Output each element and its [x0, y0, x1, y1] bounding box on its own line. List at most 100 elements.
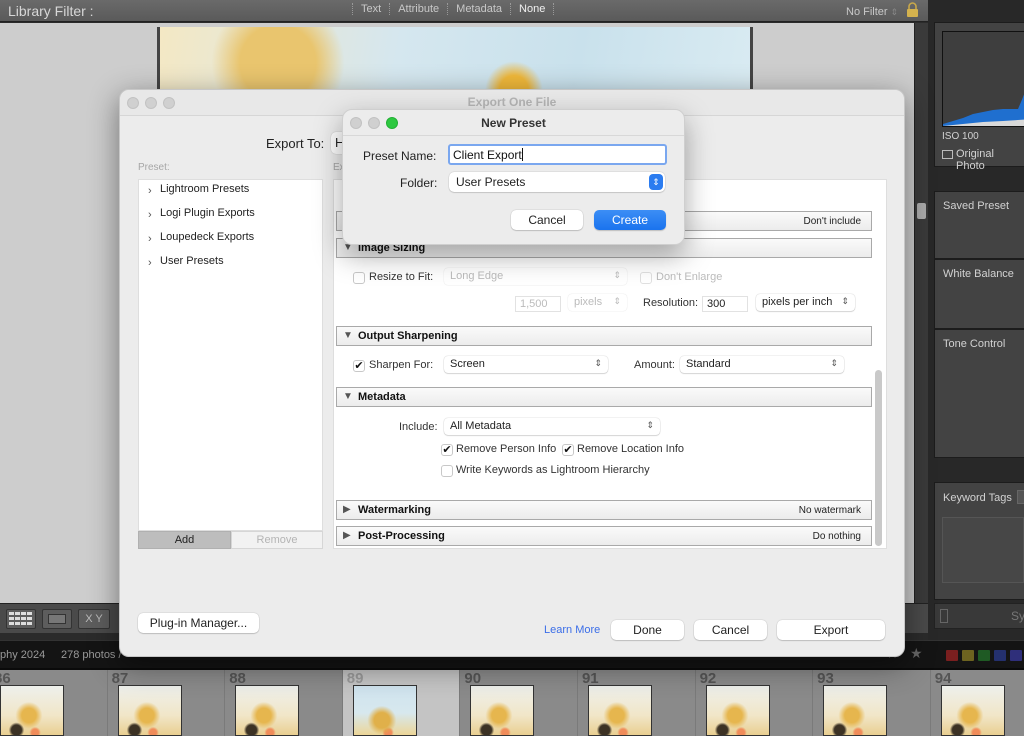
filmstrip-item[interactable]: 86 — [0, 670, 108, 736]
resize-to-fit-checkbox[interactable] — [353, 272, 365, 284]
filmstrip-item[interactable]: 93 — [813, 670, 931, 736]
export-to-label: Export To: — [266, 136, 325, 151]
section-title: Output Sharpening — [358, 330, 458, 342]
filmstrip-thumbnail[interactable] — [587, 685, 652, 736]
color-label-swatch[interactable] — [994, 650, 1006, 661]
section-header-post-processing[interactable]: ▶ Post-Processing Do nothing — [336, 526, 872, 546]
filmstrip-item[interactable]: 90 — [460, 670, 578, 736]
compare-view-button[interactable]: X Y — [78, 609, 110, 629]
filter-preset-select[interactable]: No Filter ⇕ — [846, 6, 898, 18]
preset-folder-loupedeck-exports[interactable]: › Loupedeck Exports — [148, 231, 254, 245]
filmstrip-item[interactable]: 87 — [107, 670, 226, 736]
preset-folder-user-presets[interactable]: › User Presets — [148, 255, 224, 269]
write-keywords-label: Write Keywords as Lightroom Hierarchy — [456, 464, 650, 476]
size-unit-select[interactable]: pixels ⇕ — [568, 294, 627, 311]
remove-person-info-checkbox[interactable]: ✔ — [441, 444, 453, 456]
amount-select[interactable]: Standard ⇕ — [680, 356, 844, 373]
color-label-swatch[interactable] — [978, 650, 990, 661]
library-filter-bar: Library Filter : Text Attribute Metadata… — [0, 0, 928, 22]
sync-toggle-icon[interactable] — [940, 609, 948, 623]
keyword-tags-field[interactable] — [942, 517, 1024, 583]
rating-star-icon[interactable]: ★ — [910, 645, 923, 662]
filmstrip-item[interactable]: 94 — [930, 670, 1024, 736]
resolution-unit-select[interactable]: pixels per inch ⇕ — [756, 294, 855, 311]
section-summary: Do nothing — [812, 531, 861, 542]
filmstrip-thumbnail[interactable] — [117, 685, 182, 736]
done-button[interactable]: Done — [611, 620, 684, 640]
write-keywords-checkbox[interactable] — [441, 465, 453, 477]
cancel-button[interactable]: Cancel — [694, 620, 767, 640]
sharpen-for-select[interactable]: Screen ⇕ — [444, 356, 608, 373]
preset-label: Preset: — [138, 162, 170, 173]
chevron-right-icon: › — [148, 233, 152, 245]
amount-label: Amount: — [634, 359, 675, 371]
section-title: Metadata — [358, 391, 406, 403]
triangle-right-icon: ▶ — [343, 504, 351, 515]
right-panel: ISO 100 Original Photo Saved Preset Whit… — [928, 0, 1024, 640]
chevron-right-icon: › — [148, 209, 152, 221]
preset-name-input[interactable]: Client Export — [448, 144, 667, 165]
filmstrip-item[interactable]: 88 — [225, 670, 343, 736]
filter-tab-metadata[interactable]: Metadata — [447, 3, 510, 15]
filmstrip-thumbnail[interactable] — [352, 685, 417, 736]
preset-folder-logi-plugin-exports[interactable]: › Logi Plugin Exports — [148, 207, 255, 221]
original-photo-checkbox[interactable] — [942, 150, 953, 159]
filmstrip-thumbnail[interactable] — [470, 685, 535, 736]
filter-tab-attribute[interactable]: Attribute — [389, 3, 447, 15]
size-unit-value: pixels — [574, 296, 603, 308]
color-label-swatch[interactable] — [946, 650, 958, 661]
filmstrip-thumbnail[interactable] — [823, 685, 888, 736]
filmstrip-thumbnail[interactable] — [0, 685, 64, 736]
add-preset-button[interactable]: Add — [138, 531, 231, 549]
preset-folder-lightroom-presets[interactable]: › Lightroom Presets — [148, 183, 249, 197]
filmstrip-thumbnail[interactable] — [235, 685, 300, 736]
filter-tab-none[interactable]: None — [510, 3, 555, 15]
saved-preset-section[interactable]: Saved Preset — [934, 191, 1024, 259]
triangle-down-icon: ▼ — [343, 391, 353, 402]
filmstrip-item[interactable]: 89 — [342, 670, 461, 736]
keyword-tags-dropdown[interactable] — [1017, 490, 1024, 504]
tone-control-section[interactable]: Tone Control — [934, 329, 1024, 458]
grid-scrollbar-thumb[interactable] — [917, 203, 926, 219]
keyword-tags-section[interactable]: Keyword Tags — [934, 482, 1024, 600]
plugin-manager-button[interactable]: Plug-in Manager... — [138, 613, 259, 633]
grid-view-button[interactable] — [6, 609, 36, 629]
size-value-field[interactable]: 1,500 — [515, 296, 561, 312]
section-header-metadata[interactable]: ▼ Metadata — [336, 387, 872, 407]
grid-scrollbar[interactable] — [914, 23, 928, 603]
export-button[interactable]: Export — [777, 620, 885, 640]
triangle-right-icon: ▶ — [343, 530, 351, 541]
checkmark-icon: ✔ — [442, 444, 452, 456]
text-caret — [521, 148, 523, 161]
resolution-field[interactable]: 300 — [702, 296, 748, 312]
white-balance-section[interactable]: White Balance — [934, 259, 1024, 329]
new-preset-create-button[interactable]: Create — [594, 210, 666, 230]
remove-location-info-checkbox[interactable]: ✔ — [562, 444, 574, 456]
lock-icon[interactable] — [906, 2, 919, 18]
settings-scrollbar[interactable] — [875, 370, 882, 546]
resolution-unit-value: pixels per inch — [762, 296, 833, 308]
new-preset-cancel-button[interactable]: Cancel — [511, 210, 583, 230]
sync-button[interactable]: Sy — [934, 603, 1024, 629]
dont-enlarge-checkbox[interactable] — [640, 272, 652, 284]
resize-mode-select[interactable]: Long Edge ⇕ — [444, 268, 627, 285]
remove-preset-button[interactable]: Remove — [231, 531, 323, 549]
loupe-view-button[interactable] — [42, 609, 72, 629]
folder-select[interactable]: User Presets ⇕ — [449, 172, 665, 192]
filmstrip-thumbnail[interactable] — [705, 685, 770, 736]
section-header-output-sharpening[interactable]: ▼ Output Sharpening — [336, 326, 872, 346]
sharpen-for-checkbox[interactable]: ✔ — [353, 360, 365, 372]
filmstrip-thumbnail[interactable] — [940, 685, 1005, 736]
collection-breadcrumb[interactable]: phy 2024 — [0, 649, 45, 661]
color-label-swatch[interactable] — [962, 650, 974, 661]
section-header-watermarking[interactable]: ▶ Watermarking No watermark — [336, 500, 872, 520]
filter-tab-text[interactable]: Text — [352, 3, 389, 15]
learn-more-link[interactable]: Learn More — [544, 624, 600, 636]
color-label-swatch[interactable] — [1010, 650, 1022, 661]
include-select[interactable]: All Metadata ⇕ — [444, 418, 660, 435]
filmstrip-item[interactable]: 92 — [695, 670, 814, 736]
checkmark-icon: ✔ — [563, 444, 573, 456]
chevron-right-icon: › — [148, 257, 152, 269]
filmstrip-item[interactable]: 91 — [577, 670, 696, 736]
folder-label: Folder: — [400, 176, 438, 190]
